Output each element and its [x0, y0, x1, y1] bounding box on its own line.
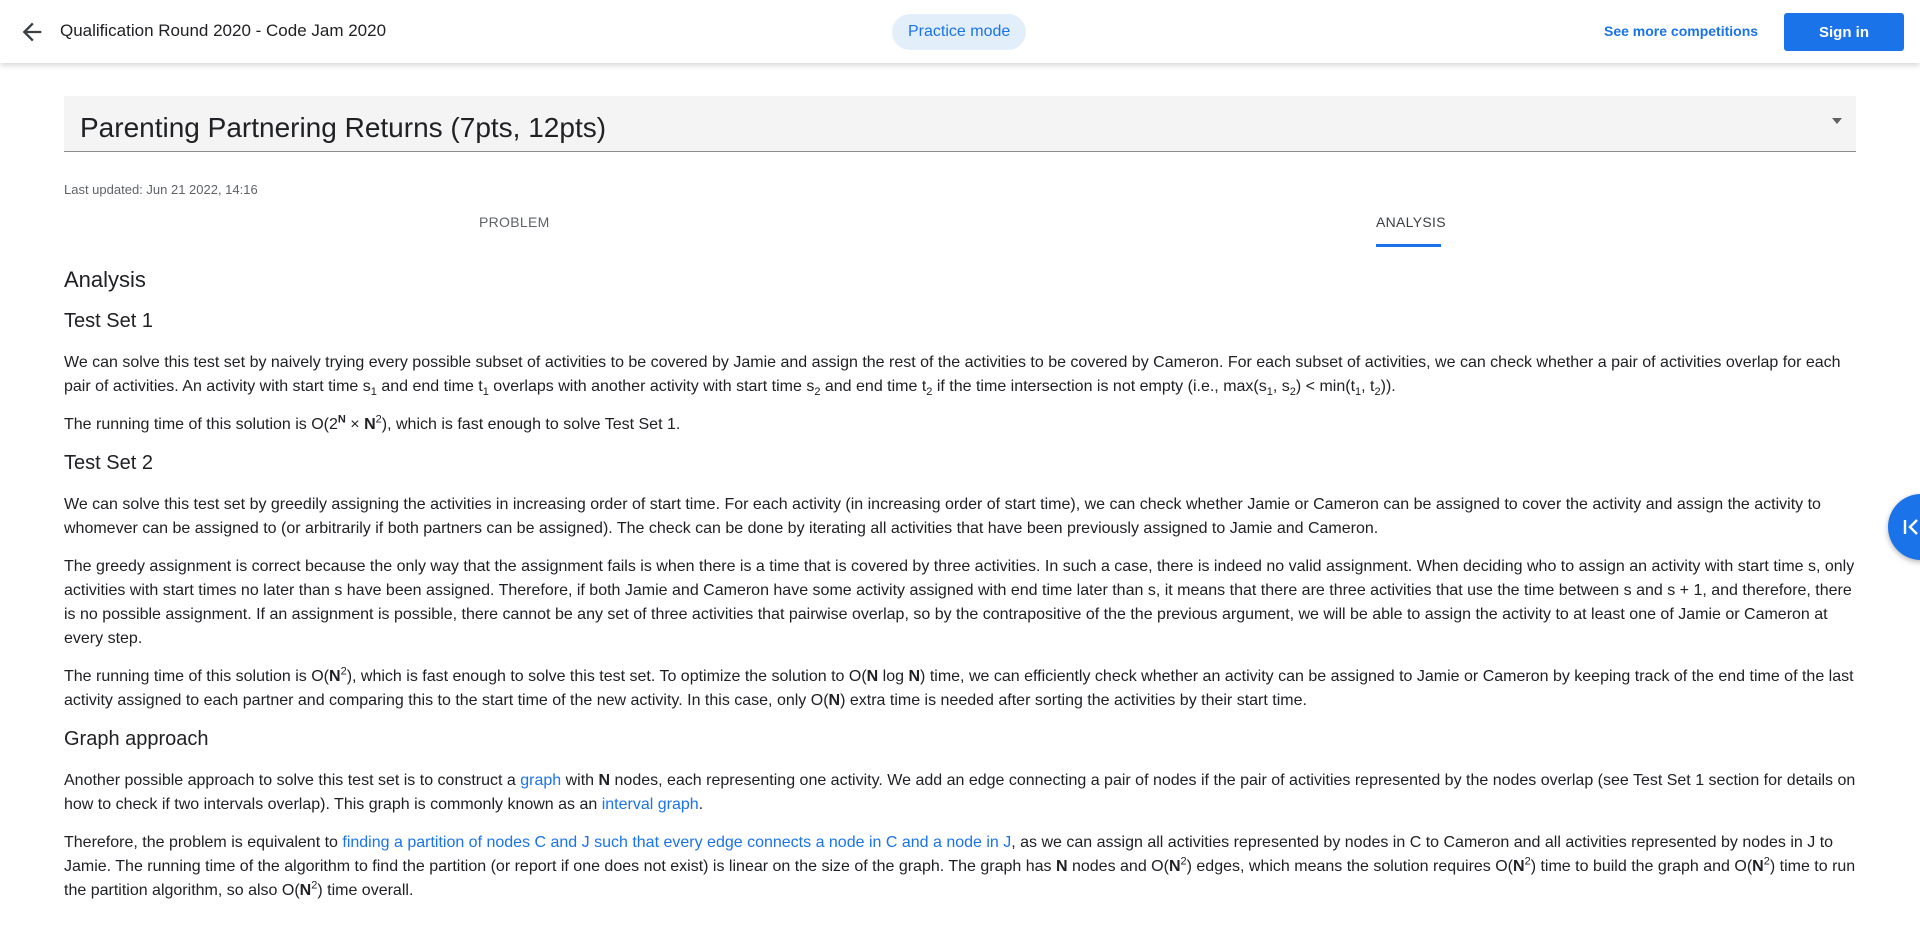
- test-set-1-paragraph-1: We can solve this test set by naively tr…: [64, 354, 1841, 399]
- side-panel-toggle-button[interactable]: [1888, 494, 1920, 560]
- analysis-heading: Analysis: [64, 267, 146, 292]
- chevron-down-icon: [1832, 118, 1842, 124]
- practice-mode-chip: Practice mode: [892, 14, 1027, 50]
- graph-approach-heading: Graph approach: [64, 728, 209, 750]
- test-set-2-paragraph-1: We can solve this test set by greedily a…: [64, 496, 1821, 537]
- graph-link[interactable]: graph: [520, 772, 561, 789]
- problem-title: Parenting Partnering Returns (7pts, 12pt…: [80, 112, 607, 143]
- top-app-bar: Qualification Round 2020 - Code Jam 2020…: [0, 0, 1920, 63]
- back-button[interactable]: [18, 18, 46, 46]
- test-set-1-paragraph-2: The running time of this solution is O(2…: [64, 413, 681, 433]
- analysis-content: Analysis Test Set 1 We can solve this te…: [64, 260, 1864, 903]
- bipartite-partition-link[interactable]: finding a partition of nodes C and J suc…: [342, 834, 1011, 851]
- problem-selector[interactable]: Parenting Partnering Returns (7pts, 12pt…: [64, 96, 1856, 152]
- collapse-panel-icon: [1903, 519, 1918, 535]
- tab-analysis[interactable]: ANALYSIS: [1376, 214, 1446, 230]
- arrow-back-icon: [22, 22, 42, 42]
- graph-approach-paragraph-1: Another possible approach to solve this …: [64, 772, 1856, 813]
- test-set-2-heading: Test Set 2: [64, 452, 153, 474]
- interval-graph-link[interactable]: interval graph: [602, 796, 699, 813]
- test-set-2-paragraph-2: The greedy assignment is correct because…: [64, 558, 1855, 647]
- test-set-2-paragraph-3: The running time of this solution is O(N…: [64, 665, 1854, 709]
- app-title: Qualification Round 2020 - Code Jam 2020: [60, 21, 387, 40]
- see-more-competitions-link[interactable]: See more competitions: [1604, 23, 1758, 39]
- graph-approach-paragraph-2: Therefore, the problem is equivalent to …: [64, 834, 1856, 899]
- test-set-1-heading: Test Set 1: [64, 310, 153, 332]
- last-updated: Last updated: Jun 21 2022, 14:16: [64, 182, 258, 197]
- sign-in-button[interactable]: Sign in: [1784, 13, 1904, 51]
- tab-problem[interactable]: PROBLEM: [479, 214, 550, 230]
- active-tab-indicator: [1376, 244, 1441, 247]
